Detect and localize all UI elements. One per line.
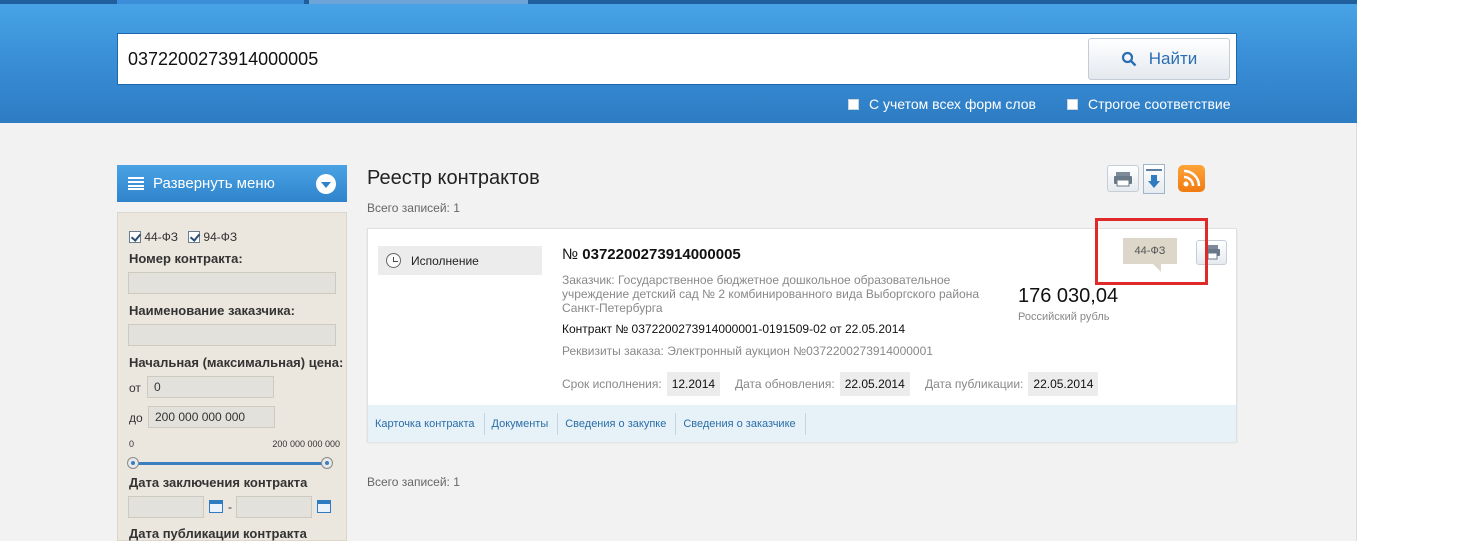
law-94-label: 94-ФЗ (203, 230, 238, 244)
contract-number-prefix: № (562, 246, 579, 263)
option-all-word-forms[interactable]: С учетом всех форм слов (848, 96, 1036, 112)
execution-term-value: 12.2014 (666, 372, 721, 396)
option-strict-match[interactable]: Строгое соответствие (1067, 96, 1231, 112)
link-customer-info[interactable]: Сведения о заказчике (676, 412, 806, 435)
law-44-checkbox[interactable] (129, 231, 141, 243)
rss-button[interactable] (1178, 165, 1205, 192)
card-links-bar: Карточка контракта Документы Сведения о … (368, 405, 1236, 442)
contract-line: Контракт № 0372200273914000001-0191509-0… (562, 322, 906, 336)
update-date-value: 22.05.2014 (839, 372, 910, 396)
contract-number[interactable]: № 0372200273914000005 (562, 246, 741, 263)
contract-number-label: Номер контракта: (129, 251, 243, 266)
download-icon (1146, 169, 1162, 188)
rss-icon (1183, 169, 1201, 187)
customer-line-2: учреждение детский сад № 2 комбинированн… (562, 287, 980, 301)
publication-date: Дата публикации: 22.05.2014 (925, 371, 1099, 397)
price-from-field[interactable]: 0 (147, 376, 274, 398)
price-from-label: от (129, 381, 141, 395)
expand-menu-button[interactable]: Развернуть меню (117, 165, 347, 202)
publication-date-value: 22.05.2014 (1028, 372, 1099, 396)
strict-match-label: Строгое соответствие (1088, 96, 1231, 112)
calendar-icon[interactable] (317, 500, 331, 513)
contract-number-value: 0372200273914000005 (582, 246, 741, 263)
price-slider-min-handle[interactable] (127, 457, 139, 469)
date-separator: - (228, 500, 232, 514)
filter-panel: 44-ФЗ 94-ФЗ Номер контракта: Наименовани… (117, 212, 347, 541)
price-slider-track[interactable] (132, 462, 330, 465)
all-word-forms-label: С учетом всех форм слов (869, 96, 1036, 112)
customer-line-1: Заказчик: Государственное бюджетное дошк… (562, 273, 951, 287)
conclusion-date-to-field[interactable] (236, 496, 312, 518)
search-icon (1121, 51, 1137, 67)
slider-max-label: 200 000 000 000 (272, 439, 340, 449)
link-documents[interactable]: Документы (485, 412, 559, 435)
update-date: Дата обновления: 22.05.2014 (735, 371, 910, 397)
total-records-bottom: Всего записей: 1 (367, 475, 460, 489)
price-to-field[interactable]: 200 000 000 000 (148, 406, 275, 428)
customer-name-label: Наименование заказчика: (129, 303, 295, 318)
law-94-checkbox[interactable] (188, 231, 201, 243)
print-button[interactable] (1107, 165, 1139, 192)
conclusion-date-label: Дата заключения контракта (129, 475, 308, 490)
annotation-highlight-box (1095, 218, 1208, 285)
printer-icon (1114, 172, 1132, 187)
link-procurement-info[interactable]: Сведения о закупке (558, 412, 677, 435)
contract-number-field[interactable] (128, 272, 336, 294)
search-button[interactable]: Найти (1088, 38, 1230, 80)
conclusion-date-from-field[interactable] (128, 496, 204, 518)
all-word-forms-checkbox[interactable] (848, 98, 859, 110)
slider-min-label: 0 (129, 439, 135, 449)
price-to-label: до (129, 411, 143, 425)
chevron-down-icon (316, 174, 336, 194)
law-checkboxes: 44-ФЗ 94-ФЗ (129, 230, 237, 244)
calendar-icon[interactable] (209, 500, 223, 513)
menu-icon (128, 177, 144, 190)
execution-term-label: Срок исполнения: (562, 377, 662, 391)
update-date-label: Дата обновления: (735, 377, 835, 391)
search-input[interactable] (128, 34, 1078, 84)
order-details: Реквизиты заказа: Электронный аукцион №0… (562, 344, 933, 358)
search-box: Найти (117, 33, 1237, 85)
page-title: Реестр контрактов (367, 167, 540, 189)
status-label: Исполнение (411, 253, 479, 268)
execution-term: Срок исполнения: 12.2014 (562, 371, 721, 397)
download-button[interactable] (1143, 164, 1165, 194)
total-records-top: Всего записей: 1 (367, 201, 460, 215)
customer-line-3: Санкт-Петербурга (562, 301, 663, 315)
search-button-label: Найти (1148, 49, 1198, 68)
contract-price: 176 030,04 (1018, 285, 1119, 307)
customer-name-field[interactable] (128, 324, 336, 346)
status-badge: Исполнение (378, 246, 542, 275)
price-slider-max-handle[interactable] (321, 457, 333, 469)
strict-match-checkbox[interactable] (1067, 98, 1078, 110)
price-label: Начальная (максимальная) цена: (129, 355, 344, 370)
contract-currency: Российский рубль (1018, 311, 1110, 323)
link-contract-card[interactable]: Карточка контракта (368, 412, 485, 435)
expand-menu-label: Развернуть меню (153, 175, 275, 192)
publication-date-label: Дата публикации: (925, 377, 1024, 391)
clock-icon (386, 253, 401, 268)
law-44-label: 44-ФЗ (144, 230, 179, 244)
publication-date-label: Дата публикации контракта (129, 526, 307, 541)
